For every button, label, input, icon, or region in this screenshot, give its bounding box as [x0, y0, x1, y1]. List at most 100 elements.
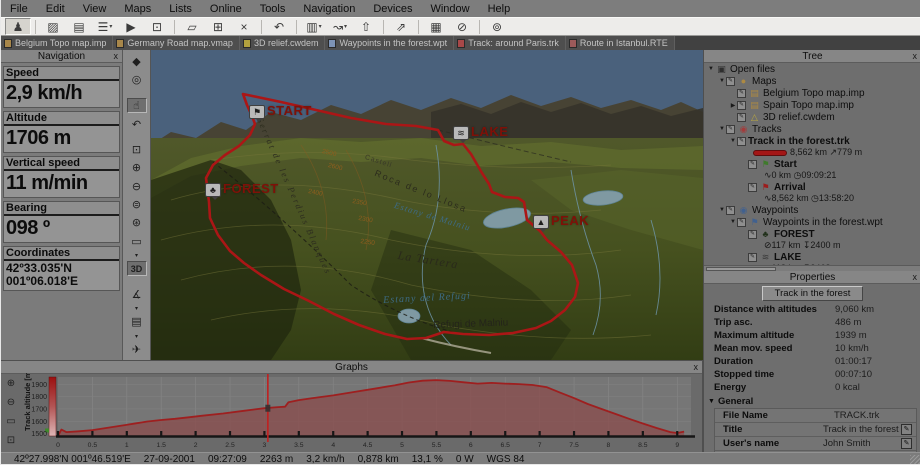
- graph-fit-tool[interactable]: ▭: [4, 415, 18, 428]
- expander-icon[interactable]: ▼: [718, 207, 726, 213]
- visibility-checkbox[interactable]: ✎: [737, 136, 746, 146]
- tree-row[interactable]: ✎ ⚑ Arrival: [704, 181, 920, 193]
- undo-view-tool[interactable]: ↶: [127, 116, 147, 131]
- graph-zoom-out-tool[interactable]: ⊖: [4, 396, 18, 409]
- elevation-profile-chart[interactable]: 1500 1600 1700 1800 1900Track altitude [m] 0 0…: [21, 373, 701, 453]
- expander-icon[interactable]: ▶: [729, 102, 737, 109]
- waypoint-marker-forest[interactable]: ♣: [205, 183, 221, 200]
- undo-button[interactable]: ↶: [266, 18, 292, 35]
- fit-view-caret[interactable]: ▾: [127, 252, 147, 259]
- file-tab-0[interactable]: Belgium Topo map.imp: [1, 36, 114, 50]
- visibility-checkbox[interactable]: ✎: [726, 76, 735, 86]
- visibility-checkbox[interactable]: ✎: [748, 229, 757, 239]
- layers-caret[interactable]: ▾: [127, 332, 147, 340]
- pan-tool[interactable]: ☝: [126, 97, 147, 114]
- waypoint-marker-peak[interactable]: ▲: [533, 215, 549, 232]
- edit-icon[interactable]: ✎: [901, 424, 912, 435]
- track-color-swatch[interactable]: [753, 149, 787, 156]
- zoom-window-tool[interactable]: ⊡: [127, 142, 147, 157]
- waypoint-marker-lake[interactable]: ≋: [453, 126, 469, 143]
- menu-item-help[interactable]: Help: [479, 2, 520, 16]
- clipboard-button[interactable]: ▤: [66, 18, 92, 35]
- menu-item-view[interactable]: View: [74, 2, 116, 16]
- menu-item-devices[interactable]: Devices: [364, 2, 421, 16]
- flight-tool[interactable]: ✈: [127, 342, 147, 357]
- file-tab-3[interactable]: Waypoints in the forest.wpt: [325, 36, 455, 50]
- menu-item-online[interactable]: Online: [201, 2, 251, 16]
- tree-row[interactable]: ▼ ✎ Track in the forest.trk: [704, 135, 920, 147]
- center-tool[interactable]: ◎: [127, 72, 147, 87]
- menu-item-window[interactable]: Window: [421, 2, 478, 16]
- visibility-checkbox[interactable]: ✎: [737, 217, 746, 227]
- tree-row[interactable]: ▶ ✎ ▤ Spain Topo map.imp: [704, 99, 920, 111]
- compass-tool[interactable]: ◆: [127, 54, 147, 69]
- tree-row[interactable]: ✎ ⚑ Start: [704, 158, 920, 170]
- tree-row[interactable]: ▼ ▣ Open files: [704, 63, 920, 75]
- menu-item-maps[interactable]: Maps: [115, 2, 160, 16]
- measure-caret[interactable]: ▾: [127, 305, 147, 312]
- visibility-checkbox[interactable]: ✎: [737, 88, 746, 98]
- menu-item-navigation[interactable]: Navigation: [294, 2, 364, 16]
- clean-button[interactable]: ⊘: [449, 18, 475, 35]
- visibility-checkbox[interactable]: ✎: [737, 100, 746, 110]
- search-button[interactable]: ⊚: [484, 18, 510, 35]
- visibility-checkbox[interactable]: ✎: [726, 124, 735, 134]
- activity-button[interactable]: ♟: [5, 18, 31, 35]
- visibility-checkbox[interactable]: ✎: [748, 159, 757, 169]
- menu-item-lists[interactable]: Lists: [160, 2, 201, 16]
- visibility-checkbox[interactable]: ✎: [748, 182, 757, 192]
- expander-icon[interactable]: ▼: [718, 78, 726, 84]
- fit-view-tool[interactable]: ▭: [127, 233, 147, 248]
- file-tab-1[interactable]: Germany Road map.vmap: [113, 36, 240, 50]
- tree-row[interactable]: ▼ ✎ ◉ Waypoints: [704, 204, 920, 216]
- zoom-100-tool[interactable]: ⊜: [127, 197, 147, 212]
- graph-zoom-in-tool[interactable]: ⊕: [4, 377, 18, 390]
- zoom-out-tool[interactable]: ⊖: [127, 178, 147, 193]
- open-file-button[interactable]: ▱: [179, 18, 205, 35]
- zoom-in-tool[interactable]: ⊕: [127, 160, 147, 175]
- tree-row[interactable]: ▼ ✎ ⚑ Waypoints in the forest.wpt: [704, 216, 920, 228]
- zoom-prev-tool[interactable]: ⊛: [127, 215, 147, 230]
- map-3d-view[interactable]: Serrat de les Perdius Blanques Castell Roc…: [151, 50, 703, 360]
- tree-row[interactable]: ▼ ✎ ◉ Tracks: [704, 123, 920, 135]
- send-button[interactable]: ⇗: [388, 18, 414, 35]
- measure-tool[interactable]: ∡: [127, 287, 147, 302]
- upload-button[interactable]: ⇧: [353, 18, 379, 35]
- expander-icon[interactable]: ▼: [707, 66, 715, 72]
- visibility-checkbox[interactable]: ✎: [726, 205, 735, 215]
- save-button[interactable]: ⊞: [205, 18, 231, 35]
- transfer-button[interactable]: ▦: [423, 18, 449, 35]
- close-file-button[interactable]: ×: [231, 18, 257, 35]
- general-section-header[interactable]: ▼ General: [704, 394, 920, 408]
- expander-icon[interactable]: ▼: [729, 138, 737, 144]
- close-icon[interactable]: x: [913, 50, 918, 63]
- waypoint-marker-start[interactable]: ⚑: [249, 105, 265, 122]
- image-button[interactable]: ▨: [40, 18, 66, 35]
- graph-zoom-window-tool[interactable]: ⊡: [4, 434, 18, 447]
- visibility-checkbox[interactable]: ✎: [737, 112, 746, 122]
- tree-row[interactable]: ✎ ♣ FOREST: [704, 228, 920, 240]
- fullscreen-button[interactable]: ⊡: [144, 18, 170, 35]
- tree-row[interactable]: ✎ ▤ Belgium Topo map.imp: [704, 87, 920, 99]
- menu-item-edit[interactable]: Edit: [37, 2, 74, 16]
- visibility-checkbox[interactable]: ✎: [748, 252, 757, 262]
- data-list-button[interactable]: ☰ ▾: [92, 18, 118, 35]
- menu-item-file[interactable]: File: [1, 2, 37, 16]
- chevron-down-icon[interactable]: ▾: [319, 23, 322, 30]
- tree-row[interactable]: ✎ ≋ LAKE: [704, 251, 920, 263]
- file-tab-5[interactable]: Route in Istanbul.RTE: [565, 36, 675, 50]
- 3d-view-tool[interactable]: 3D: [126, 260, 147, 277]
- tree-row[interactable]: ▼ ✎ ● Maps: [704, 75, 920, 87]
- close-icon[interactable]: x: [913, 271, 918, 284]
- track-select-button[interactable]: Track in the forest: [761, 286, 864, 301]
- chevron-down-icon[interactable]: ▾: [344, 23, 347, 30]
- file-tab-2[interactable]: 3D relief.cwdem: [239, 36, 326, 50]
- maps-button[interactable]: ▥ ▾: [301, 18, 327, 35]
- tree-row[interactable]: ✎ △ 3D relief.cwdem: [704, 111, 920, 123]
- edit-icon[interactable]: ✎: [901, 438, 912, 449]
- chevron-down-icon[interactable]: ▾: [109, 23, 112, 30]
- resize-grip[interactable]: [910, 455, 920, 464]
- play-button[interactable]: ▶: [118, 18, 144, 35]
- track-button[interactable]: ↝ ▾: [327, 18, 353, 35]
- layers-tool[interactable]: ▤: [127, 314, 147, 329]
